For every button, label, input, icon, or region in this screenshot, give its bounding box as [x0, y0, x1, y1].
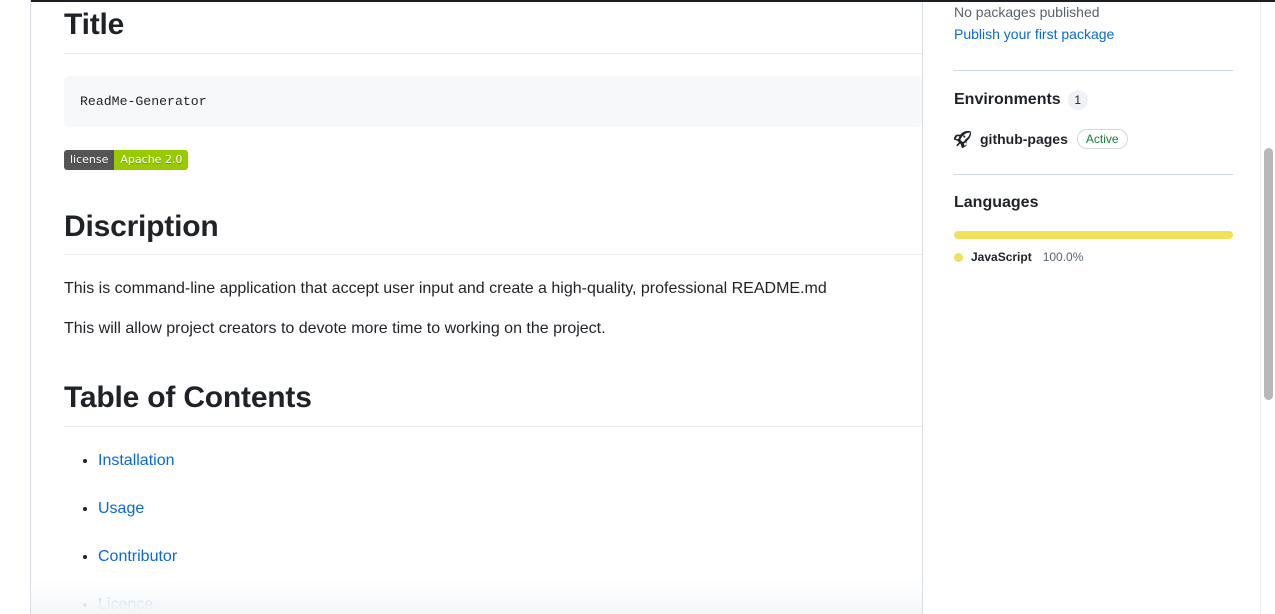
sidebar-section-languages: Languages JavaScript 100.0%: [954, 194, 1255, 267]
list-item: Contributor: [98, 545, 922, 569]
list-item: Licence: [98, 593, 922, 614]
language-distribution-bar: [954, 231, 1233, 239]
readme-heading-description: Discription: [64, 208, 922, 256]
sidebar-section-packages: No packages published Publish your first…: [954, 2, 1255, 45]
readme-body: Title ReadMe-Generator license Apache 2.…: [64, 0, 922, 614]
list-item: Installation: [98, 449, 922, 473]
toc-link-licence[interactable]: Licence: [98, 596, 153, 613]
sidebar-divider-environments: [954, 174, 1233, 175]
left-gutter: [0, 0, 31, 614]
environment-row-github-pages[interactable]: github-pages Active: [954, 129, 1255, 149]
publish-first-package-link[interactable]: Publish your first package: [954, 24, 1255, 45]
viewport-top-rule: [31, 0, 1275, 2]
toc-link-usage[interactable]: Usage: [98, 500, 144, 517]
languages-heading[interactable]: Languages: [954, 194, 1255, 212]
sidebar-section-environments: Environments 1 github-pages Active: [954, 90, 1255, 149]
language-legend-item-javascript[interactable]: JavaScript 100.0%: [954, 248, 1255, 267]
language-legend-list: JavaScript 100.0%: [954, 248, 1255, 267]
environment-status-badge: Active: [1076, 129, 1128, 149]
table-of-contents-list: Installation Usage Contributor Licence C…: [64, 449, 922, 614]
language-percent: 100.0%: [1042, 250, 1084, 264]
readme-content-column: Title ReadMe-Generator license Apache 2.…: [31, 0, 922, 614]
license-badge-value: Apache 2.0: [114, 149, 189, 170]
environments-title-text: Environments: [954, 91, 1061, 108]
languages-title-text: Languages: [954, 194, 1039, 211]
readme-heading-table-of-contents: Table of Contents: [64, 379, 922, 427]
language-color-dot: [954, 253, 963, 263]
readme-heading-title: Title: [64, 0, 922, 54]
rocket-icon: [954, 130, 971, 148]
repository-sidebar: No packages published Publish your first…: [923, 0, 1275, 614]
list-item: Usage: [98, 497, 922, 521]
license-badge-label: license: [64, 149, 115, 170]
environments-heading[interactable]: Environments 1: [954, 90, 1255, 110]
packages-empty-text: No packages published: [954, 4, 1100, 20]
license-badge[interactable]: license Apache 2.0: [64, 149, 189, 170]
page-scrollbar[interactable]: [1260, 0, 1275, 614]
code-block-text: ReadMe-Generator: [80, 93, 207, 109]
language-bar-segment-javascript[interactable]: [954, 231, 1233, 239]
description-paragraph-1: This is command-line application that ac…: [64, 280, 827, 298]
sidebar-divider-packages: [954, 70, 1233, 71]
language-name: JavaScript: [971, 250, 1032, 264]
environment-name: github-pages: [980, 131, 1068, 147]
readme-code-block: ReadMe-Generator: [64, 75, 922, 127]
environments-count-badge: 1: [1067, 90, 1088, 110]
repository-readme-page: Title ReadMe-Generator license Apache 2.…: [0, 0, 1275, 614]
badge-row: license Apache 2.0: [64, 149, 922, 170]
toc-link-contributor[interactable]: Contributor: [98, 548, 177, 565]
page-scrollbar-thumb[interactable]: [1264, 148, 1273, 400]
description-paragraph-2: This will allow project creators to devo…: [64, 320, 606, 338]
toc-link-installation[interactable]: Installation: [98, 452, 175, 469]
